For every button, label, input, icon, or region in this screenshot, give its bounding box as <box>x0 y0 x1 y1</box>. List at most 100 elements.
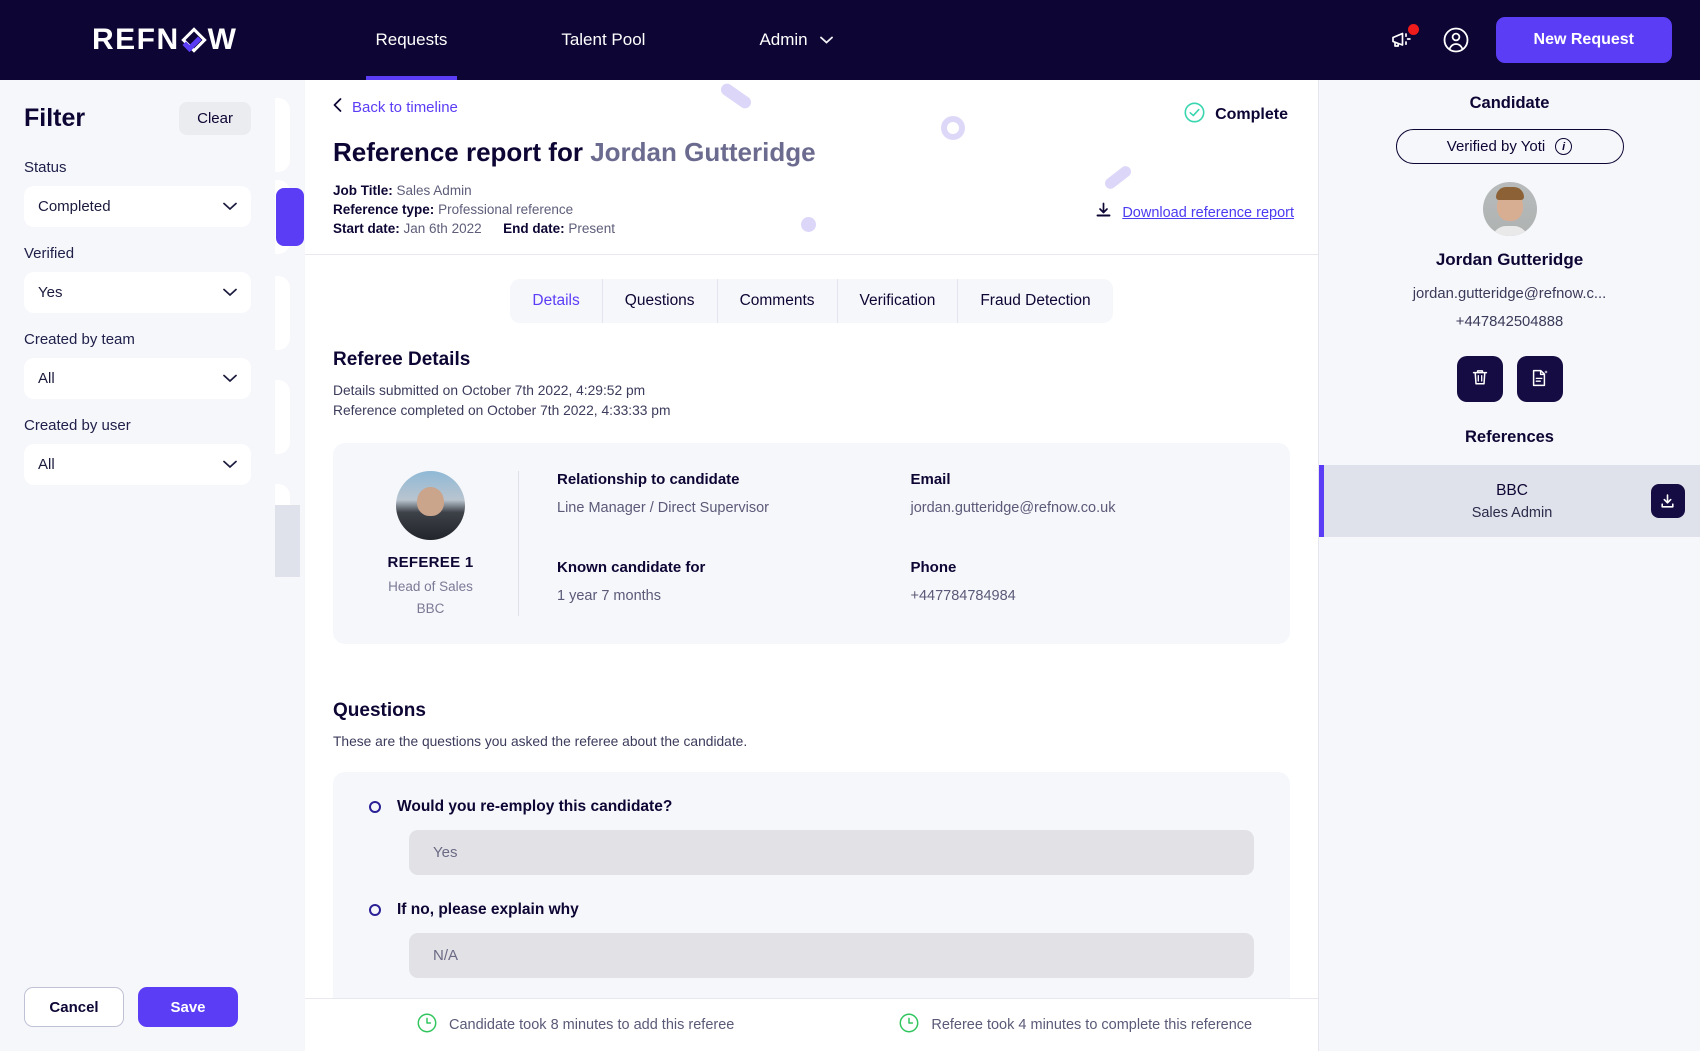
nav-item-talent-pool-label: Talent Pool <box>561 30 645 50</box>
created-by-team-select[interactable]: All <box>24 358 251 399</box>
page-title: Reference report for Jordan Gutteridge <box>333 137 1292 168</box>
candidate-panel-title: Candidate <box>1470 94 1550 113</box>
document-sparkle-icon <box>1530 368 1549 391</box>
candidate-actions <box>1457 356 1563 402</box>
filter-header: Filter Clear <box>0 80 275 141</box>
delete-candidate-button[interactable] <box>1457 356 1503 402</box>
nav-item-requests[interactable]: Requests <box>366 0 458 80</box>
info-icon: i <box>1555 138 1572 155</box>
question-answer: N/A <box>409 933 1254 978</box>
trash-icon <box>1471 368 1489 390</box>
megaphone-icon[interactable] <box>1390 28 1416 52</box>
referee-role: Head of Sales <box>388 579 473 594</box>
new-request-button[interactable]: New Request <box>1496 17 1672 63</box>
chevron-down-icon <box>820 33 833 47</box>
chevron-left-icon <box>333 98 342 116</box>
nav-item-admin-label: Admin <box>759 30 807 50</box>
cancel-button[interactable]: Cancel <box>24 987 124 1027</box>
filter-group-created-by-user: Created by user All <box>0 417 275 485</box>
radio-circle-icon <box>369 801 381 813</box>
created-by-team-select-value: All <box>38 370 55 387</box>
avatar <box>1483 182 1537 236</box>
chevron-down-icon <box>223 372 237 386</box>
field-email: Email jordan.gutteridge@refnow.co.uk <box>911 471 1265 529</box>
created-by-user-select-value: All <box>38 456 55 473</box>
nav-item-requests-label: Requests <box>376 30 448 50</box>
created-by-user-select[interactable]: All <box>24 444 251 485</box>
field-relationship: Relationship to candidate Line Manager /… <box>557 471 911 529</box>
save-button[interactable]: Save <box>138 987 238 1027</box>
verified-by-yoti-badge[interactable]: Verified by Yoti i <box>1396 129 1624 164</box>
field-relationship-label: Relationship to candidate <box>557 471 911 488</box>
tab-details[interactable]: Details <box>510 279 602 323</box>
tab-comments[interactable]: Comments <box>718 279 838 323</box>
verified-select[interactable]: Yes <box>24 272 251 313</box>
app-root: REFN W Requests Talent Pool Admin <box>0 0 1700 1051</box>
candidate-email: jordan.gutteridge@refnow.c... <box>1413 286 1607 302</box>
logo-text-left: REFN <box>92 23 180 57</box>
stat-referee-time-text: Referee took 4 minutes to complete this … <box>931 1017 1252 1033</box>
main-content-panel: Back to timeline Complete Reference repo… <box>305 80 1318 1051</box>
questions-heading: Questions <box>333 700 1290 722</box>
nav-right-actions: New Request <box>1390 17 1672 63</box>
list-item-accent <box>276 188 304 246</box>
decorative-blob <box>719 81 754 110</box>
tab-bar: Details Questions Comments Verification … <box>510 279 1112 323</box>
filter-group-created-by-team: Created by team All <box>0 331 275 399</box>
meta-start-date-value: Jan 6th 2022 <box>404 221 482 236</box>
candidate-panel: Candidate Verified by Yoti i Jordan Gutt… <box>1318 80 1700 1051</box>
user-circle-icon[interactable] <box>1442 26 1470 54</box>
tab-questions[interactable]: Questions <box>603 279 718 323</box>
logo-text-right: W <box>208 23 238 57</box>
nav-item-admin[interactable]: Admin <box>749 0 842 80</box>
tab-fraud-detection[interactable]: Fraud Detection <box>958 279 1112 323</box>
question-text: Would you re-employ this candidate? <box>397 798 672 816</box>
status-badge-label: Complete <box>1215 106 1288 124</box>
status-select[interactable]: Completed <box>24 186 251 227</box>
candidate-name: Jordan Gutteridge <box>1436 250 1583 270</box>
filter-footer: Cancel Save <box>0 987 275 1051</box>
stat-referee-time: Referee took 4 minutes to complete this … <box>899 1013 1252 1037</box>
status-select-value: Completed <box>38 198 111 215</box>
meta-reference-type-value: Professional reference <box>438 202 573 217</box>
referee-organisation: BBC <box>417 601 445 616</box>
page-title-candidate: Jordan Gutteridge <box>590 137 815 167</box>
verified-select-value: Yes <box>38 284 62 301</box>
download-reference-button[interactable] <box>1651 484 1685 518</box>
clock-icon <box>899 1013 919 1037</box>
filter-panel: Filter Clear Status Completed Verified Y… <box>0 80 275 1051</box>
meta-end-date-value: Present <box>568 221 615 236</box>
referee-card: REFEREE 1 Head of Sales BBC Relationship… <box>333 443 1290 644</box>
filter-title: Filter <box>24 104 85 133</box>
filter-label-verified: Verified <box>24 245 251 262</box>
radio-circle-icon <box>369 904 381 916</box>
refnow-logo[interactable]: REFN W <box>92 23 238 57</box>
field-relationship-value: Line Manager / Direct Supervisor <box>557 500 911 516</box>
meta-end-date-label: End date: <box>503 221 565 236</box>
back-to-timeline-link[interactable]: Back to timeline <box>333 98 458 116</box>
question-item: Would you re-employ this candidate? <box>369 798 1254 816</box>
top-navigation-bar: REFN W Requests Talent Pool Admin <box>0 0 1700 80</box>
filter-group-status: Status Completed <box>0 159 275 227</box>
reference-list-item-bbc[interactable]: BBC Sales Admin <box>1319 465 1700 537</box>
meta-start-date-label: Start date: <box>333 221 400 236</box>
reference-list-item-org: BBC <box>1496 482 1528 500</box>
download-reference-report-link[interactable]: Download reference report <box>1095 202 1294 223</box>
question-answer: Yes <box>409 830 1254 875</box>
field-known-for: Known candidate for 1 year 7 months <box>557 559 911 617</box>
nav-item-talent-pool[interactable]: Talent Pool <box>551 0 655 80</box>
report-header: Back to timeline Complete Reference repo… <box>305 80 1318 255</box>
download-reference-report-label: Download reference report <box>1122 205 1294 221</box>
clear-filters-button[interactable]: Clear <box>179 102 251 135</box>
generate-document-button[interactable] <box>1517 356 1563 402</box>
status-badge: Complete <box>1184 102 1288 128</box>
chevron-down-icon <box>223 200 237 214</box>
field-known-for-value: 1 year 7 months <box>557 588 911 604</box>
filter-label-created-by-user: Created by user <box>24 417 251 434</box>
meta-job-title-value: Sales Admin <box>397 183 472 198</box>
field-phone-label: Phone <box>911 559 1265 576</box>
field-phone: Phone +447784784984 <box>911 559 1265 617</box>
meta-job-title-label: Job Title: <box>333 183 393 198</box>
report-status-bar: Candidate took 8 minutes to add this ref… <box>305 998 1318 1051</box>
tab-verification[interactable]: Verification <box>838 279 959 323</box>
